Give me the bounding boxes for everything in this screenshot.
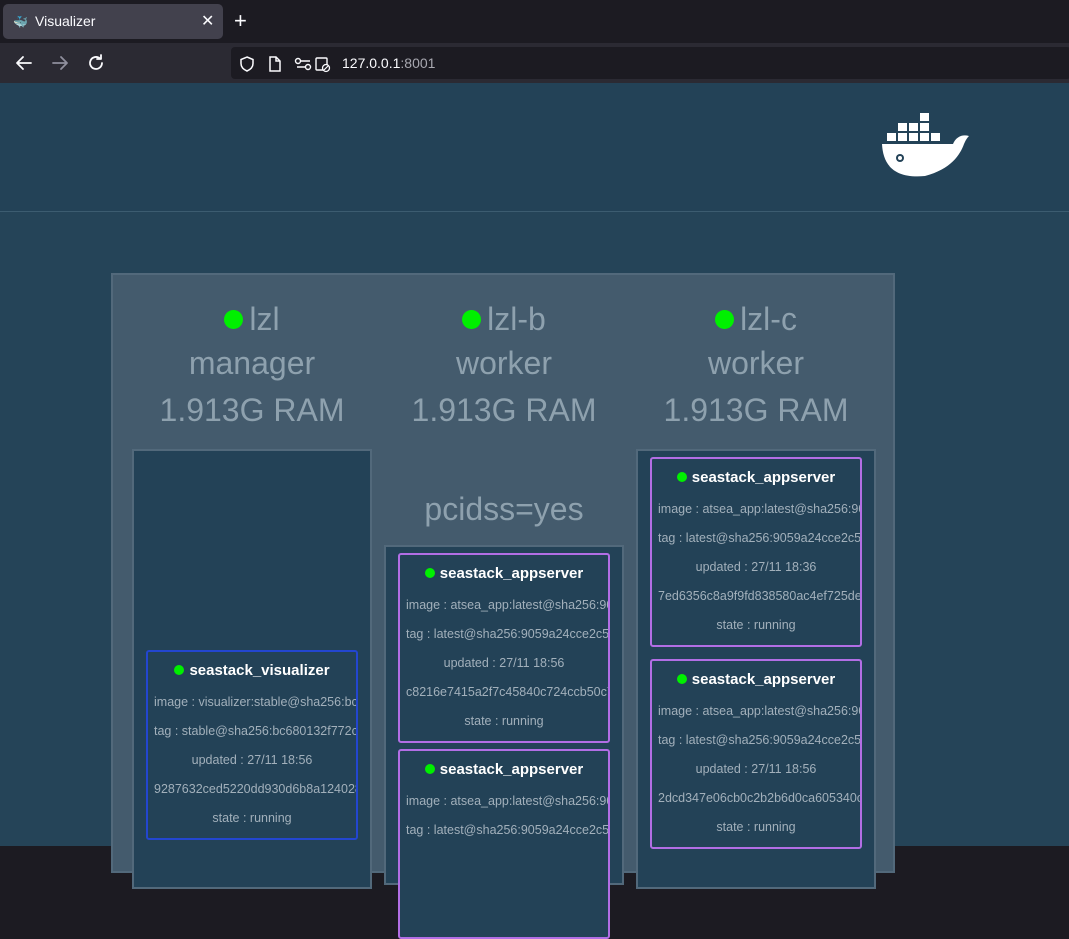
task-id: c8216e7415a2f7c45840c724ccb50c79 [406, 685, 608, 699]
url-host: 127.0.0.1 [342, 55, 401, 71]
navigation-bar: 127.0.0.1:8001 [0, 43, 1069, 83]
task-tag: tag : stable@sha256:bc680132f772cb [154, 724, 356, 738]
status-dot [462, 310, 482, 329]
node-header-lzl: lzl manager 1.913G RAM [126, 299, 378, 433]
task-state: state : running [716, 618, 796, 632]
task-updated: updated : 27/11 18:56 [443, 656, 565, 670]
task-tag: tag : latest@sha256:9059a24cce2c5b [658, 531, 860, 545]
node-ram: 1.913G RAM [663, 392, 849, 428]
node-header-lzl-c: lzl-c worker 1.913G RAM [630, 299, 882, 433]
task-state: state : running [716, 820, 796, 834]
permissions-icon[interactable] [294, 55, 332, 73]
task-updated: updated : 27/11 18:56 [695, 762, 817, 776]
node-container-lzl-b: seastack_appserver image : atsea_app:lat… [384, 545, 624, 939]
task-card[interactable]: seastack_appserver image : atsea_app:lat… [650, 457, 862, 647]
task-name: seastack_appserver [691, 671, 836, 688]
node-header-lzl-b: lzl-b worker 1.913G RAM [378, 299, 630, 433]
node-role: worker [707, 345, 804, 381]
url-bar[interactable]: 127.0.0.1:8001 [231, 47, 1069, 79]
node-container-lzl-c: seastack_appserver image : atsea_app:lat… [636, 449, 876, 889]
status-dot [715, 310, 735, 329]
task-updated: updated : 27/11 18:36 [695, 560, 817, 574]
node-role: worker [455, 345, 552, 381]
task-tag: tag : latest@sha256:9059a24cce2c5b [658, 733, 860, 747]
task-id: 7ed6356c8a9f9fd838580ac4ef725deb [658, 589, 860, 603]
task-card[interactable]: seastack_visualizer image : visualizer:s… [146, 650, 358, 840]
back-icon[interactable] [12, 51, 36, 75]
task-card[interactable]: seastack_appserver image : atsea_app:lat… [398, 553, 610, 743]
tab-title: Visualizer [35, 13, 96, 29]
status-dot [676, 472, 687, 482]
task-id: 2dcd347e06cb0c2b2b6d0ca605340cc [658, 791, 860, 805]
docker-favicon-icon: 🐳 [13, 15, 28, 29]
close-tab-icon[interactable]: ✕ [201, 11, 214, 31]
task-image: image : atsea_app:latest@sha256:90 [658, 704, 860, 718]
task-image: image : atsea_app:latest@sha256:90 [658, 502, 860, 516]
task-updated: updated : 27/11 18:56 [191, 753, 313, 767]
node-ram: 1.913G RAM [159, 392, 345, 428]
shield-icon[interactable] [238, 55, 256, 73]
page-icon[interactable] [267, 55, 283, 73]
task-card[interactable]: seastack_appserver image : atsea_app:lat… [398, 749, 610, 939]
task-name: seastack_appserver [439, 761, 584, 778]
task-image: image : atsea_app:latest@sha256:90 [406, 794, 608, 808]
task-image: image : atsea_app:latest@sha256:90 [406, 598, 608, 612]
status-dot [174, 665, 185, 675]
page-header [0, 83, 1069, 212]
task-state: state : running [212, 811, 292, 825]
tab-visualizer[interactable]: 🐳 Visualizer ✕ [3, 4, 223, 39]
swarm-cluster: lzl manager 1.913G RAM seastack_visualiz… [111, 273, 895, 939]
node-ram: 1.913G RAM [411, 392, 597, 428]
task-tag: tag : latest@sha256:9059a24cce2c5b [406, 823, 608, 837]
node-container-lzl: seastack_visualizer image : visualizer:s… [132, 449, 372, 889]
status-dot [676, 674, 687, 684]
node-label: pcidss=yes [424, 491, 584, 527]
task-name: seastack_appserver [691, 469, 836, 486]
task-image: image : visualizer:stable@sha256:bc6 [154, 695, 356, 709]
forward-icon[interactable] [48, 51, 72, 75]
status-dot [224, 310, 244, 329]
task-id: 9287632ced5220dd930d6b8a1240280 [154, 782, 356, 796]
docker-whale-icon [882, 113, 969, 177]
task-state: state : running [464, 714, 544, 728]
visualizer-page: lzl manager 1.913G RAM seastack_visualiz… [0, 83, 1069, 939]
new-tab-icon[interactable]: + [234, 8, 247, 34]
node-name: lzl-c [740, 301, 797, 337]
reload-icon[interactable] [84, 51, 108, 75]
task-tag: tag : latest@sha256:9059a24cce2c5b [406, 627, 608, 641]
status-dot [424, 764, 435, 774]
node-name: lzl-b [487, 301, 546, 337]
task-card[interactable]: seastack_appserver image : atsea_app:lat… [650, 659, 862, 849]
url-port: :8001 [400, 55, 436, 71]
task-name: seastack_visualizer [189, 662, 330, 679]
node-role: manager [188, 345, 316, 381]
url-text[interactable]: 127.0.0.1:8001 [342, 55, 435, 71]
task-name: seastack_appserver [439, 565, 584, 582]
node-name: lzl [249, 301, 280, 337]
status-dot [424, 568, 435, 578]
tab-bar: 🐳 Visualizer ✕ + [0, 0, 1069, 43]
